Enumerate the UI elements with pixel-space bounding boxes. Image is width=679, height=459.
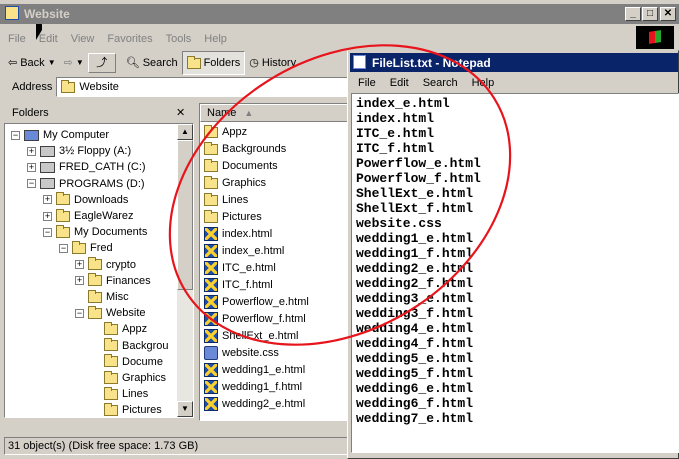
red-annotation-ellipse	[168, 44, 512, 346]
annotation-ellipse	[168, 44, 512, 346]
